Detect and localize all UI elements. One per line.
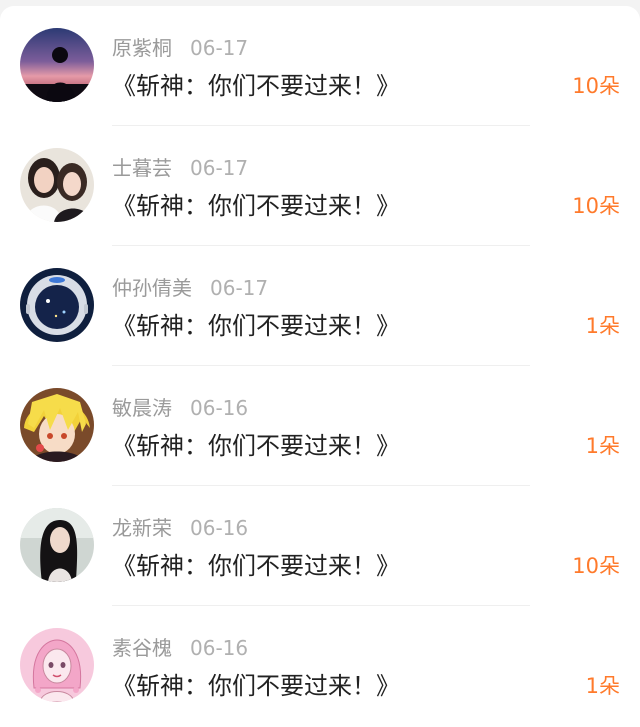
list-item[interactable]: 原紫桐 06-17 《斩神：你们不要过来！》 10朵	[0, 6, 640, 126]
comment-header: 仲孙倩美 06-17	[112, 274, 268, 302]
comment-date: 06-17	[210, 276, 269, 300]
two-girls-photo-avatar[interactable]	[20, 148, 94, 222]
comment-header: 原紫桐 06-17	[112, 34, 248, 62]
comment-list-card: 原紫桐 06-17 《斩神：你们不要过来！》 10朵 士暮芸 06-17 《斩神…	[0, 6, 640, 727]
user-name[interactable]: 敏晨涛	[112, 396, 172, 420]
comment-date: 06-16	[190, 636, 249, 660]
gift-count: 1朵	[585, 314, 620, 338]
comment-header: 龙新荣 06-16	[112, 514, 248, 542]
anime-blonde-avatar[interactable]	[20, 388, 94, 462]
user-name[interactable]: 士暮芸	[112, 156, 172, 180]
comment-message: 《斩神：你们不要过来！》	[112, 432, 400, 460]
pink-cartoon-girl-avatar[interactable]	[20, 628, 94, 702]
comment-header: 敏晨涛 06-16	[112, 394, 248, 422]
list-item[interactable]: 素谷槐 06-16 《斩神：你们不要过来！》 1朵	[0, 606, 640, 726]
list-item[interactable]: 敏晨涛 06-16 《斩神：你们不要过来！》 1朵	[0, 366, 640, 486]
user-name[interactable]: 原紫桐	[112, 36, 172, 60]
comment-message: 《斩神：你们不要过来！》	[112, 672, 400, 700]
gift-count: 1朵	[585, 674, 620, 698]
user-name[interactable]: 龙新荣	[112, 516, 172, 540]
list-item[interactable]: 龙新荣 06-16 《斩神：你们不要过来！》 10朵	[0, 486, 640, 606]
comment-date: 06-17	[190, 156, 249, 180]
gift-count: 10朵	[572, 554, 620, 578]
comment-date: 06-16	[190, 516, 249, 540]
comment-header: 素谷槐 06-16	[112, 634, 248, 662]
user-name[interactable]: 仲孙倩美	[112, 276, 192, 300]
list-item[interactable]: 士暮芸 06-17 《斩神：你们不要过来！》 10朵	[0, 126, 640, 246]
astronaut-helmet-avatar[interactable]	[20, 268, 94, 342]
comment-message: 《斩神：你们不要过来！》	[112, 192, 400, 220]
comment-date: 06-16	[190, 396, 249, 420]
dark-hair-girl-avatar[interactable]	[20, 508, 94, 582]
gift-count: 10朵	[572, 194, 620, 218]
comment-message: 《斩神：你们不要过来！》	[112, 312, 400, 340]
sunset-silhouette-avatar[interactable]	[20, 28, 94, 102]
gift-count: 10朵	[572, 74, 620, 98]
user-name[interactable]: 素谷槐	[112, 636, 172, 660]
comment-date: 06-17	[190, 36, 249, 60]
comment-message: 《斩神：你们不要过来！》	[112, 72, 400, 100]
comment-header: 士暮芸 06-17	[112, 154, 248, 182]
comment-message: 《斩神：你们不要过来！》	[112, 552, 400, 580]
gift-count: 1朵	[585, 434, 620, 458]
list-item[interactable]: 仲孙倩美 06-17 《斩神：你们不要过来！》 1朵	[0, 246, 640, 366]
